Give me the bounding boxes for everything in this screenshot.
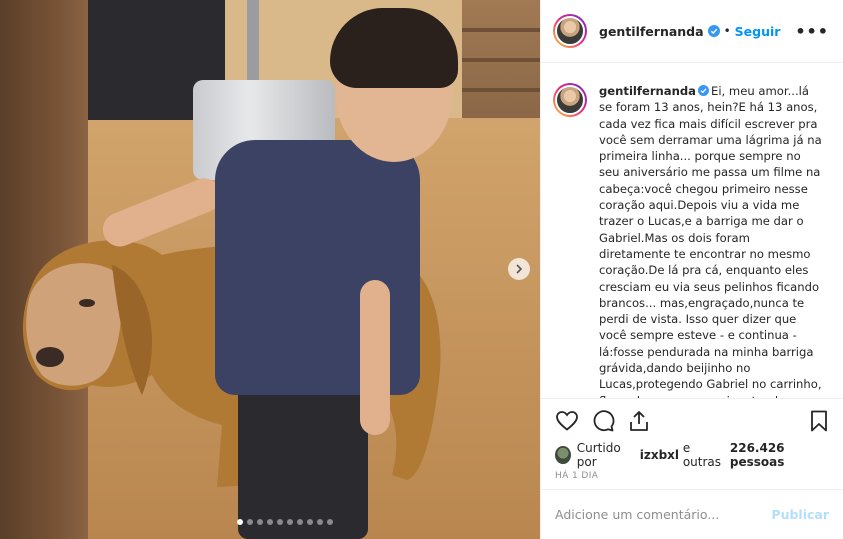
- share-icon[interactable]: [627, 409, 651, 433]
- likes-count[interactable]: 226.426 pessoas: [730, 441, 829, 469]
- author-avatar[interactable]: [553, 14, 587, 48]
- heart-icon[interactable]: [555, 409, 579, 433]
- chevron-right-icon: [516, 264, 523, 274]
- carousel-dot[interactable]: [317, 519, 323, 525]
- caption-username[interactable]: gentilfernanda: [599, 84, 696, 98]
- photo-boy-pants: [238, 375, 368, 539]
- action-bar: [541, 398, 843, 443]
- more-icon[interactable]: •••: [795, 22, 829, 41]
- carousel-dot[interactable]: [247, 519, 253, 525]
- carousel-dot[interactable]: [327, 519, 333, 525]
- caption: gentilfernanda Ei, meu amor...lá se foram…: [599, 83, 823, 398]
- likes-row: Curtido por izxbxl e outras 226.426 pess…: [541, 441, 843, 469]
- comment-input[interactable]: [555, 507, 772, 522]
- carousel-dot[interactable]: [277, 519, 283, 525]
- follow-button[interactable]: Seguir: [735, 24, 781, 39]
- carousel-dot[interactable]: [307, 519, 313, 525]
- photo-boy-arm-right: [360, 280, 390, 435]
- likes-middle: e outras: [682, 441, 722, 469]
- carousel-dot[interactable]: [237, 519, 243, 525]
- publish-button[interactable]: Publicar: [771, 507, 829, 522]
- next-slide-button[interactable]: [508, 258, 530, 280]
- photo-suitcase-handle: [247, 0, 259, 82]
- caption-area: gentilfernanda Ei, meu amor...lá se foram…: [541, 63, 843, 398]
- author-username[interactable]: gentilfernanda: [599, 24, 704, 39]
- liker-username[interactable]: izxbxl: [640, 448, 679, 462]
- header-separator: •: [723, 24, 731, 38]
- post-timestamp[interactable]: HÁ 1 DIA: [541, 467, 843, 491]
- verified-icon: [698, 85, 709, 96]
- carousel-dots: [30, 519, 540, 525]
- liker-avatar[interactable]: [555, 446, 571, 464]
- post-photo: [0, 0, 540, 539]
- carousel-dot[interactable]: [267, 519, 273, 525]
- caption-body: Ei, meu amor...lá se foram 13 anos, hein…: [599, 84, 822, 398]
- post-sidebar: gentilfernanda • Seguir ••• gentilfernan…: [540, 0, 843, 539]
- comment-bar: Publicar: [541, 489, 843, 539]
- photo-shoe-rack: [462, 0, 540, 118]
- instagram-post: gentilfernanda • Seguir ••• gentilfernan…: [0, 0, 843, 539]
- photo-boy-hair: [330, 8, 458, 88]
- comment-icon[interactable]: [591, 409, 615, 433]
- post-header: gentilfernanda • Seguir •••: [541, 0, 843, 63]
- caption-avatar[interactable]: [553, 83, 587, 117]
- verified-icon: [707, 25, 720, 37]
- carousel-dot[interactable]: [287, 519, 293, 525]
- carousel-dot[interactable]: [297, 519, 303, 525]
- bookmark-icon[interactable]: [807, 409, 831, 433]
- likes-prefix: Curtido por: [576, 441, 621, 469]
- carousel-dot[interactable]: [257, 519, 263, 525]
